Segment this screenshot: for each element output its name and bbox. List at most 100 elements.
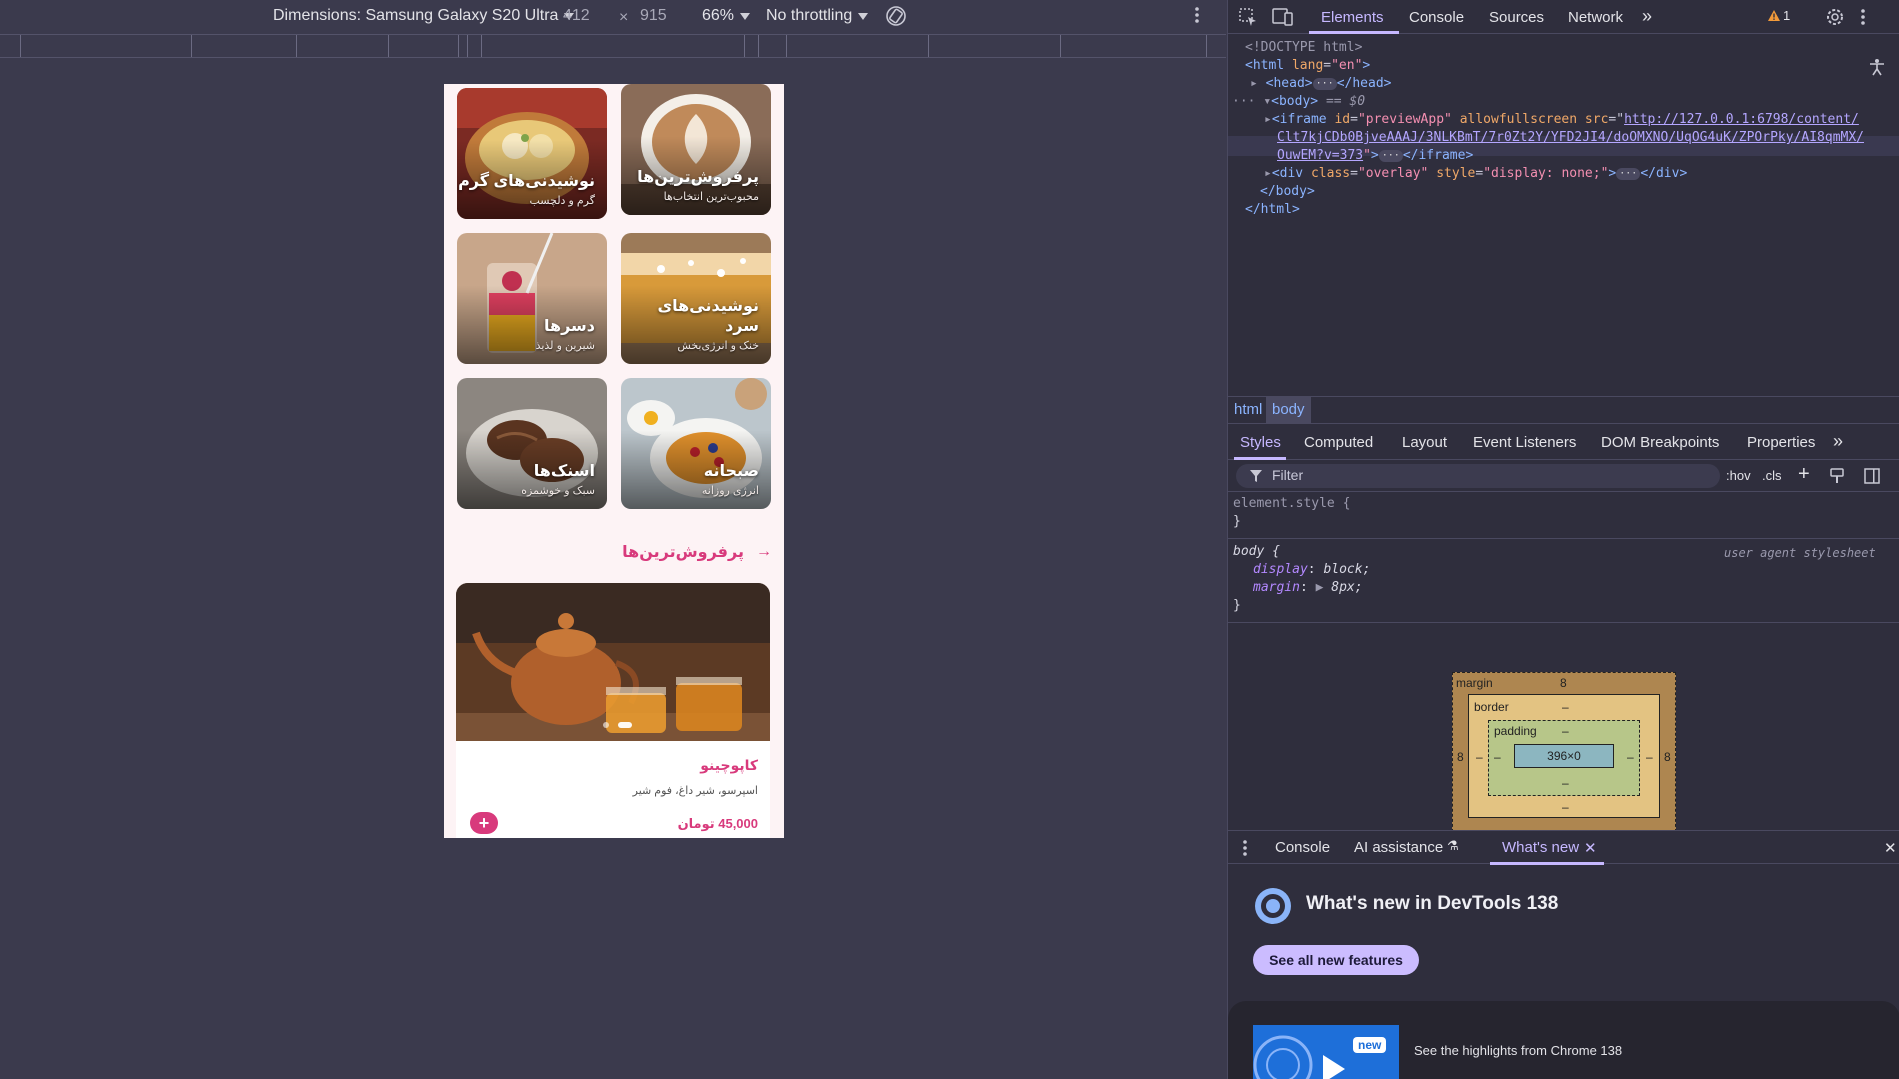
width-input[interactable]: 412 (563, 7, 590, 25)
inspect-element-icon[interactable] (1238, 7, 1258, 31)
category-card-desserts[interactable]: دسرها شیرین و لذیذ (457, 233, 607, 364)
padding-bottom-value[interactable]: – (1562, 776, 1569, 790)
margin-top-value[interactable]: 8 (1560, 676, 1567, 690)
more-tabs-icon[interactable]: » (1642, 6, 1652, 27)
flask-icon: ⚗ (1447, 838, 1459, 853)
box-model-diagram: margin 8 8 8 border – – – – padding – – … (1452, 672, 1676, 832)
category-subtitle: انرژی روزانه (701, 485, 759, 497)
styles-subtabs: Styles Computed Layout Event Listeners D… (1228, 426, 1899, 460)
media-query-ruler (0, 34, 1226, 58)
category-card-hot-drinks[interactable]: نوشیدنی‌های گرم گرم و دلچسب (457, 88, 607, 219)
tab-styles[interactable]: Styles (1240, 434, 1281, 451)
dom-head-node[interactable]: ▸ <head> ··· </head> (1250, 76, 1391, 91)
padding-right-value[interactable]: – (1627, 750, 1634, 764)
drawer-tab-whats-new[interactable]: What's new (1502, 839, 1579, 856)
product-card[interactable]: کاپوچینو اسپرسو، شیر داغ، فوم شیر 45,000… (456, 583, 770, 838)
settings-gear-icon[interactable] (1825, 7, 1845, 31)
dom-overlay-div-node[interactable]: ▸<div class="overlay" style="display: no… (1264, 166, 1687, 181)
chevron-down-icon (740, 12, 751, 20)
tab-elements[interactable]: Elements (1321, 9, 1384, 26)
new-badge: new (1353, 1037, 1387, 1053)
paint-brush-icon[interactable] (1830, 468, 1844, 488)
tab-event-listeners[interactable]: Event Listeners (1473, 434, 1576, 451)
see-all-features-button[interactable]: See all new features (1253, 945, 1419, 975)
category-card-cold-drinks[interactable]: نوشیدنی‌های سرد خنک و انرژی‌بخش (621, 233, 771, 364)
content-size[interactable]: 396×0 (1514, 744, 1614, 768)
styles-filter-input[interactable]: Filter (1236, 464, 1720, 488)
zoom-dropdown[interactable]: 66% (702, 7, 751, 25)
add-to-cart-button[interactable]: + (470, 812, 498, 834)
margin-right-value[interactable]: 8 (1664, 750, 1671, 764)
tab-console[interactable]: Console (1409, 9, 1464, 26)
more-options-icon[interactable] (1860, 7, 1866, 31)
device-toolbar-icon[interactable] (1272, 7, 1294, 31)
tab-sources[interactable]: Sources (1489, 9, 1544, 26)
margin-left-value[interactable]: 8 (1457, 750, 1464, 764)
dom-iframe-src-end[interactable]: OuwEM?v=373"> ··· </iframe> (1277, 148, 1473, 163)
category-subtitle: خنک و انرژی‌بخش (677, 340, 759, 352)
breadcrumb: html body (1228, 396, 1899, 424)
category-card-breakfast[interactable]: صبحانه انرژی روزانه (621, 378, 771, 509)
tab-network[interactable]: Network (1568, 9, 1623, 26)
display-declaration[interactable]: display: block; (1253, 562, 1370, 577)
tab-properties[interactable]: Properties (1747, 434, 1815, 451)
breadcrumb-body[interactable]: body (1266, 397, 1311, 424)
breadcrumb-html[interactable]: html (1234, 401, 1262, 418)
tab-dom-breakpoints[interactable]: DOM Breakpoints (1601, 434, 1719, 451)
rule-close-brace: } (1233, 514, 1241, 529)
drawer-tab-console[interactable]: Console (1275, 839, 1330, 856)
ellipsis-icon[interactable]: ··· (1312, 77, 1337, 90)
more-options-icon[interactable] (1194, 5, 1200, 25)
styles-rules: element.style { } body { user agent styl… (1228, 494, 1899, 624)
device-dimensions-dropdown[interactable]: Dimensions: Samsung Galaxy S20 Ultra (273, 7, 575, 25)
tab-layout[interactable]: Layout (1402, 434, 1447, 451)
toggle-sidebar-icon[interactable] (1864, 468, 1880, 488)
chevron-down-icon (858, 12, 869, 20)
dom-tree: <!DOCTYPE html> <html lang="en"> ▸ <head… (1228, 36, 1899, 396)
add-rule-icon[interactable]: + (1798, 463, 1810, 486)
border-label: border (1474, 700, 1509, 714)
element-style-rule[interactable]: element.style { (1233, 496, 1350, 511)
rotate-icon[interactable] (884, 4, 908, 28)
drawer-tab-ai-assistance[interactable]: AI assistance (1354, 839, 1443, 856)
hover-state-toggle[interactable]: :hov (1726, 468, 1751, 483)
more-subtabs-icon[interactable]: » (1833, 431, 1843, 452)
highlight-text: See the highlights from Chrome 138 (1414, 1043, 1623, 1058)
video-thumbnail[interactable]: new (1253, 1025, 1399, 1079)
ellipsis-icon[interactable]: ··· (1378, 149, 1403, 162)
dom-iframe-src-cont[interactable]: Clt7kjCDb0BjveAAAJ/3NLKBmT/7r0Zt2Y/YFD2J… (1277, 130, 1864, 145)
tab-computed[interactable]: Computed (1304, 434, 1373, 451)
throttling-dropdown[interactable]: No throttling (766, 7, 869, 25)
border-top-value[interactable]: – (1562, 700, 1569, 714)
devtools-panel: Elements Console Sources Network » 1 <!D… (1227, 0, 1899, 1079)
padding-top-value[interactable]: – (1562, 724, 1569, 738)
border-right-value[interactable]: – (1646, 750, 1653, 764)
filter-placeholder: Filter (1272, 467, 1304, 483)
close-tab-icon[interactable]: ✕ (1584, 839, 1597, 857)
styles-filter-bar: Filter :hov .cls + (1228, 460, 1899, 492)
padding-left-value[interactable]: – (1494, 750, 1501, 764)
body-rule-selector[interactable]: body { (1233, 544, 1280, 559)
ellipsis-icon[interactable]: ··· (1616, 167, 1641, 180)
close-drawer-icon[interactable]: ✕ (1884, 839, 1897, 857)
warnings-counter[interactable]: 1 (1767, 8, 1790, 23)
product-description: اسپرسو، شیر داغ، فوم شیر (632, 785, 758, 797)
dom-body-node[interactable]: ··· ▾<body> == $0 (1232, 94, 1365, 109)
border-bottom-value[interactable]: – (1562, 800, 1569, 814)
dom-iframe-node[interactable]: ▸<iframe id="previewApp" allowfullscreen… (1264, 112, 1859, 127)
category-card-snacks[interactable]: اسنک‌ها سبک و خوشمزه (457, 378, 607, 509)
device-viewport: پرفروش‌ترین‌ها محبوب‌ترین انتخاب‌ها نوشی… (444, 84, 784, 838)
drawer-menu-icon[interactable] (1242, 839, 1248, 861)
accessibility-icon[interactable] (1868, 58, 1886, 80)
category-card-bestsellers[interactable]: پرفروش‌ترین‌ها محبوب‌ترین انتخاب‌ها (621, 84, 771, 215)
category-subtitle: گرم و دلچسب (529, 195, 595, 207)
throttling-label: No throttling (766, 7, 853, 24)
device-toolbar: Dimensions: Samsung Galaxy S20 Ultra 412… (0, 0, 1226, 34)
dom-html-node[interactable]: <html lang="en"> (1245, 58, 1370, 73)
margin-declaration[interactable]: margin: ▶ 8px; (1253, 580, 1363, 595)
height-input[interactable]: 915 (640, 7, 667, 25)
border-left-value[interactable]: – (1476, 750, 1483, 764)
class-toggle[interactable]: .cls (1762, 468, 1782, 483)
dom-html-close: </html> (1245, 202, 1300, 217)
bestsellers-section-link[interactable]: → پرفروش‌ترین‌ها (622, 542, 772, 562)
